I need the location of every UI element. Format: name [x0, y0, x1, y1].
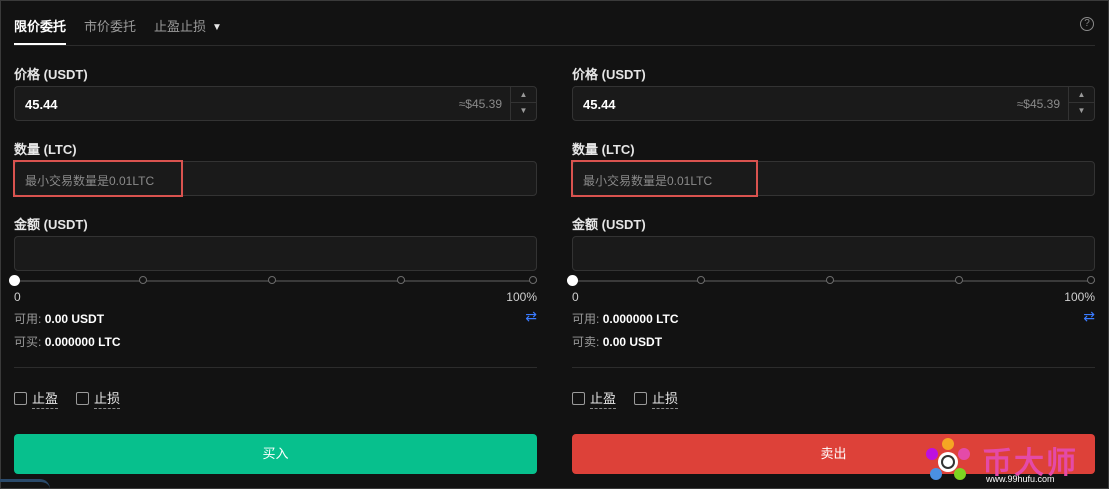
buy-button[interactable]: 买入: [14, 434, 537, 474]
available-value: 0.00 USDT: [44, 312, 105, 326]
can-buy-value: 0.000000 LTC: [44, 335, 121, 349]
stop-loss-label: 止损: [652, 388, 679, 409]
slider-step-25[interactable]: [697, 276, 705, 284]
price-input[interactable]: 45.44 ≈$45.39 ▲ ▼: [572, 86, 1095, 121]
take-profit-label: 止盈: [590, 388, 617, 409]
amount-label: 金额 (USDT): [572, 217, 646, 232]
divider: [14, 367, 537, 368]
stop-loss-checkbox[interactable]: 止损: [634, 388, 679, 409]
slider-step-50[interactable]: [826, 276, 834, 284]
available-row: 可用: 0.00 USDT: [14, 310, 104, 327]
take-profit-checkbox[interactable]: 止盈: [572, 388, 617, 409]
quantity-input[interactable]: 最小交易数量是0.01LTC: [571, 160, 1095, 197]
percent-slider[interactable]: [9, 275, 537, 286]
price-stepper: ▲ ▼: [1068, 87, 1094, 120]
watermark: 币大师 www.99hufu.com: [922, 436, 1092, 486]
checkbox-icon[interactable]: [14, 392, 27, 405]
can-buy-label: 可买:: [14, 335, 42, 349]
decrement-icon[interactable]: ▼: [1069, 103, 1094, 119]
price-approx: ≈$45.39: [1016, 97, 1060, 111]
price-label: 价格 (USDT): [572, 67, 646, 82]
highlight-box: [571, 160, 758, 197]
price-stepper: ▲ ▼: [510, 87, 536, 120]
available-label: 可用:: [572, 312, 600, 326]
available-label: 可用:: [14, 312, 42, 326]
available-value: 0.000000 LTC: [602, 312, 679, 326]
amount-input[interactable]: [572, 236, 1095, 271]
slider-max-label: 100%: [506, 290, 537, 304]
decrement-icon[interactable]: ▼: [511, 103, 536, 119]
increment-icon[interactable]: ▲: [1069, 87, 1094, 103]
slider-step-100[interactable]: [529, 276, 537, 284]
amount-label: 金额 (USDT): [14, 217, 88, 232]
buy-panel: 价格 (USDT) 45.44 ≈$45.39 ▲ ▼ 数量 (LTC) 最小交…: [9, 0, 537, 489]
slider-max-label: 100%: [1064, 290, 1095, 304]
highlight-box: [13, 160, 183, 197]
checkbox-icon[interactable]: [634, 392, 647, 405]
can-sell-label: 可卖:: [572, 335, 600, 349]
transfer-icon[interactable]: ⇄: [525, 308, 537, 325]
slider-knob[interactable]: [9, 275, 20, 286]
slider-min-label: 0: [14, 290, 21, 304]
corner-logo-icon: [0, 479, 50, 489]
quantity-label: 数量 (LTC): [14, 142, 77, 157]
quantity-label: 数量 (LTC): [572, 142, 635, 157]
price-value: 45.44: [583, 97, 616, 112]
slider-min-label: 0: [572, 290, 579, 304]
can-buy-row: 可买: 0.000000 LTC: [14, 333, 121, 350]
slider-knob[interactable]: [567, 275, 578, 286]
checkbox-icon[interactable]: [572, 392, 585, 405]
take-profit-label: 止盈: [32, 388, 59, 409]
slider-step-75[interactable]: [397, 276, 405, 284]
can-sell-value: 0.00 USDT: [602, 335, 663, 349]
flower-logo-icon: [926, 438, 970, 480]
percent-slider[interactable]: [567, 275, 1095, 286]
price-approx: ≈$45.39: [458, 97, 502, 111]
increment-icon[interactable]: ▲: [511, 87, 536, 103]
price-value: 45.44: [25, 97, 58, 112]
take-profit-checkbox[interactable]: 止盈: [14, 388, 59, 409]
available-row: 可用: 0.000000 LTC: [572, 310, 679, 327]
watermark-url: www.99hufu.com: [986, 474, 1055, 484]
slider-step-75[interactable]: [955, 276, 963, 284]
checkbox-icon[interactable]: [76, 392, 89, 405]
amount-input[interactable]: [14, 236, 537, 271]
slider-step-100[interactable]: [1087, 276, 1095, 284]
quantity-input[interactable]: 最小交易数量是0.01LTC: [13, 160, 537, 197]
slider-step-50[interactable]: [268, 276, 276, 284]
price-input[interactable]: 45.44 ≈$45.39 ▲ ▼: [14, 86, 537, 121]
stop-loss-label: 止损: [94, 388, 121, 409]
can-sell-row: 可卖: 0.00 USDT: [572, 333, 662, 350]
divider: [572, 367, 1095, 368]
sell-panel: 价格 (USDT) 45.44 ≈$45.39 ▲ ▼ 数量 (LTC) 最小交…: [567, 0, 1095, 489]
slider-step-25[interactable]: [139, 276, 147, 284]
transfer-icon[interactable]: ⇄: [1083, 308, 1095, 325]
price-label: 价格 (USDT): [14, 67, 88, 82]
stop-loss-checkbox[interactable]: 止损: [76, 388, 121, 409]
